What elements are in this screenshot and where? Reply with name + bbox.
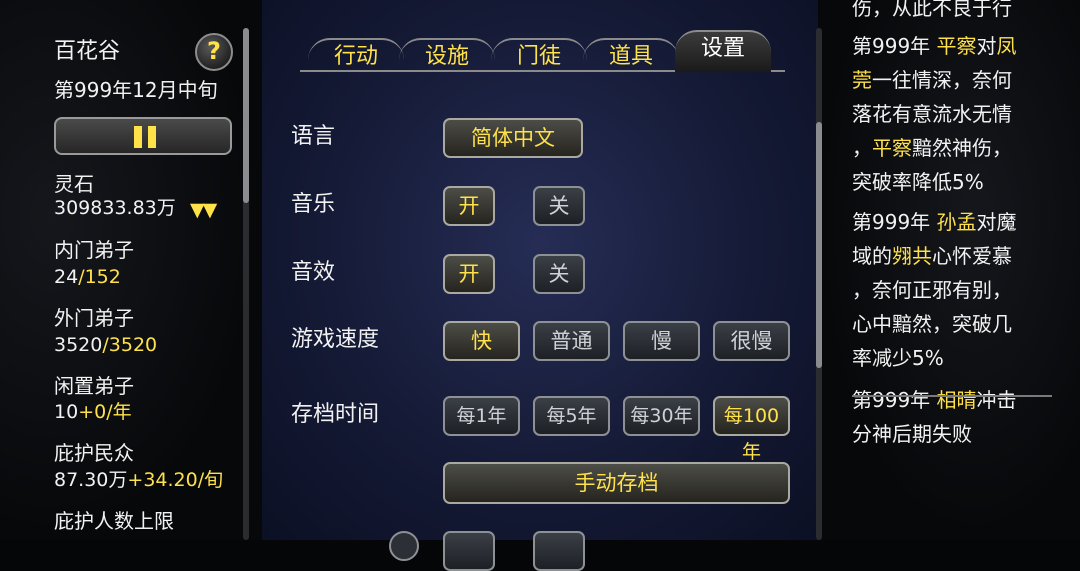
sidebar-scrollbar[interactable] xyxy=(243,28,249,540)
tab-actions[interactable]: 行动 xyxy=(308,38,404,72)
idle-disciples-value: 10+0/年 xyxy=(54,401,132,423)
sidebar-scroll-thumb[interactable] xyxy=(243,28,249,203)
tab-items[interactable]: 道具 xyxy=(583,38,679,72)
music-off-button[interactable]: 关 xyxy=(533,186,585,226)
autosave-30y-button[interactable]: 每30年 xyxy=(623,396,700,436)
row-option-button[interactable] xyxy=(533,531,585,571)
pause-icon xyxy=(134,126,142,148)
down-trend-icon: ▼▼ xyxy=(190,199,217,221)
log-entry: 第999年 平察对凤 xyxy=(852,34,1017,58)
tab-settings[interactable]: 设置 xyxy=(675,30,771,72)
tab-facilities[interactable]: 设施 xyxy=(399,38,495,72)
protected-people-label: 庇护民众 xyxy=(54,441,134,465)
game-date: 第999年12月中旬 xyxy=(54,78,218,102)
spirit-stone-label: 灵石 xyxy=(54,172,94,196)
speed-normal-button[interactable]: 普通 xyxy=(533,321,610,361)
info-icon[interactable] xyxy=(389,531,419,561)
protected-cap-label: 庇护人数上限 xyxy=(54,509,174,533)
log-entry: 第999年 孙孟对魔 xyxy=(852,210,1017,234)
sfx-on-button[interactable]: 开 xyxy=(443,254,495,294)
music-label: 音乐 xyxy=(291,192,336,217)
speed-fast-button[interactable]: 快 xyxy=(443,321,520,361)
autosave-100y-button[interactable]: 每100年 xyxy=(713,396,790,463)
protected-people-value: 87.30万+34.20/旬 xyxy=(54,469,224,491)
idle-disciples-label: 闲置弟子 xyxy=(54,374,134,398)
spirit-stone-value: 309833.83万 xyxy=(54,197,176,219)
log-entry: 第999年 相晴冲击 xyxy=(852,388,1017,412)
event-log: 伤，从此不良于行 第999年 平察对凤 莞一往情深，奈何 落花有意流水无情 ，平… xyxy=(852,0,1048,451)
sfx-label: 音效 xyxy=(291,260,336,285)
language-label: 语言 xyxy=(291,124,336,149)
speed-very-slow-button[interactable]: 很慢 xyxy=(713,321,790,361)
game-speed-label: 游戏速度 xyxy=(291,327,380,352)
music-on-button[interactable]: 开 xyxy=(443,186,495,226)
help-button[interactable]: ? xyxy=(195,33,233,71)
outer-disciples-value: 3520/3520 xyxy=(54,334,158,356)
tab-disciples[interactable]: 门徒 xyxy=(491,38,587,72)
log-line: 伤，从此不良于行 xyxy=(852,0,1012,20)
autosave-5y-button[interactable]: 每5年 xyxy=(533,396,610,436)
outer-disciples-label: 外门弟子 xyxy=(54,306,134,330)
sect-name: 百花谷 xyxy=(54,39,121,64)
settings-scrollbar[interactable] xyxy=(816,28,822,540)
settings-scroll-thumb[interactable] xyxy=(816,122,822,368)
log-divider xyxy=(852,395,1052,397)
language-select[interactable]: 简体中文 xyxy=(443,118,583,158)
pause-button[interactable] xyxy=(54,117,232,155)
autosave-label: 存档时间 xyxy=(291,402,380,427)
sfx-off-button[interactable]: 关 xyxy=(533,254,585,294)
inner-disciples-label: 内门弟子 xyxy=(54,238,134,262)
row-option-button[interactable] xyxy=(443,531,495,571)
inner-disciples-value: 24/152 xyxy=(54,266,121,288)
manual-save-button[interactable]: 手动存档 xyxy=(443,462,790,504)
autosave-1y-button[interactable]: 每1年 xyxy=(443,396,520,436)
speed-slow-button[interactable]: 慢 xyxy=(623,321,700,361)
question-icon: ? xyxy=(207,37,221,65)
